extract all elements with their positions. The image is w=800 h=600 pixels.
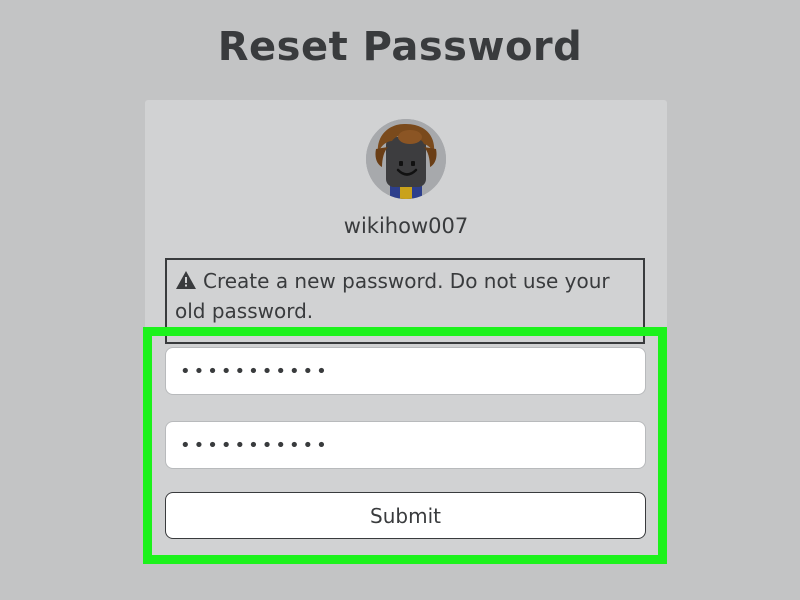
- warning-icon: [176, 271, 196, 289]
- notice-text: Create a new password. Do not use your o…: [175, 269, 610, 323]
- username: wikihow007: [343, 214, 469, 238]
- confirm-password-input[interactable]: [165, 421, 646, 469]
- roblox-avatar-icon: [366, 119, 446, 199]
- page-title: Reset Password: [217, 24, 583, 70]
- new-password-input[interactable]: [165, 347, 646, 395]
- avatar: [366, 119, 446, 199]
- submit-button[interactable]: Submit: [165, 492, 646, 539]
